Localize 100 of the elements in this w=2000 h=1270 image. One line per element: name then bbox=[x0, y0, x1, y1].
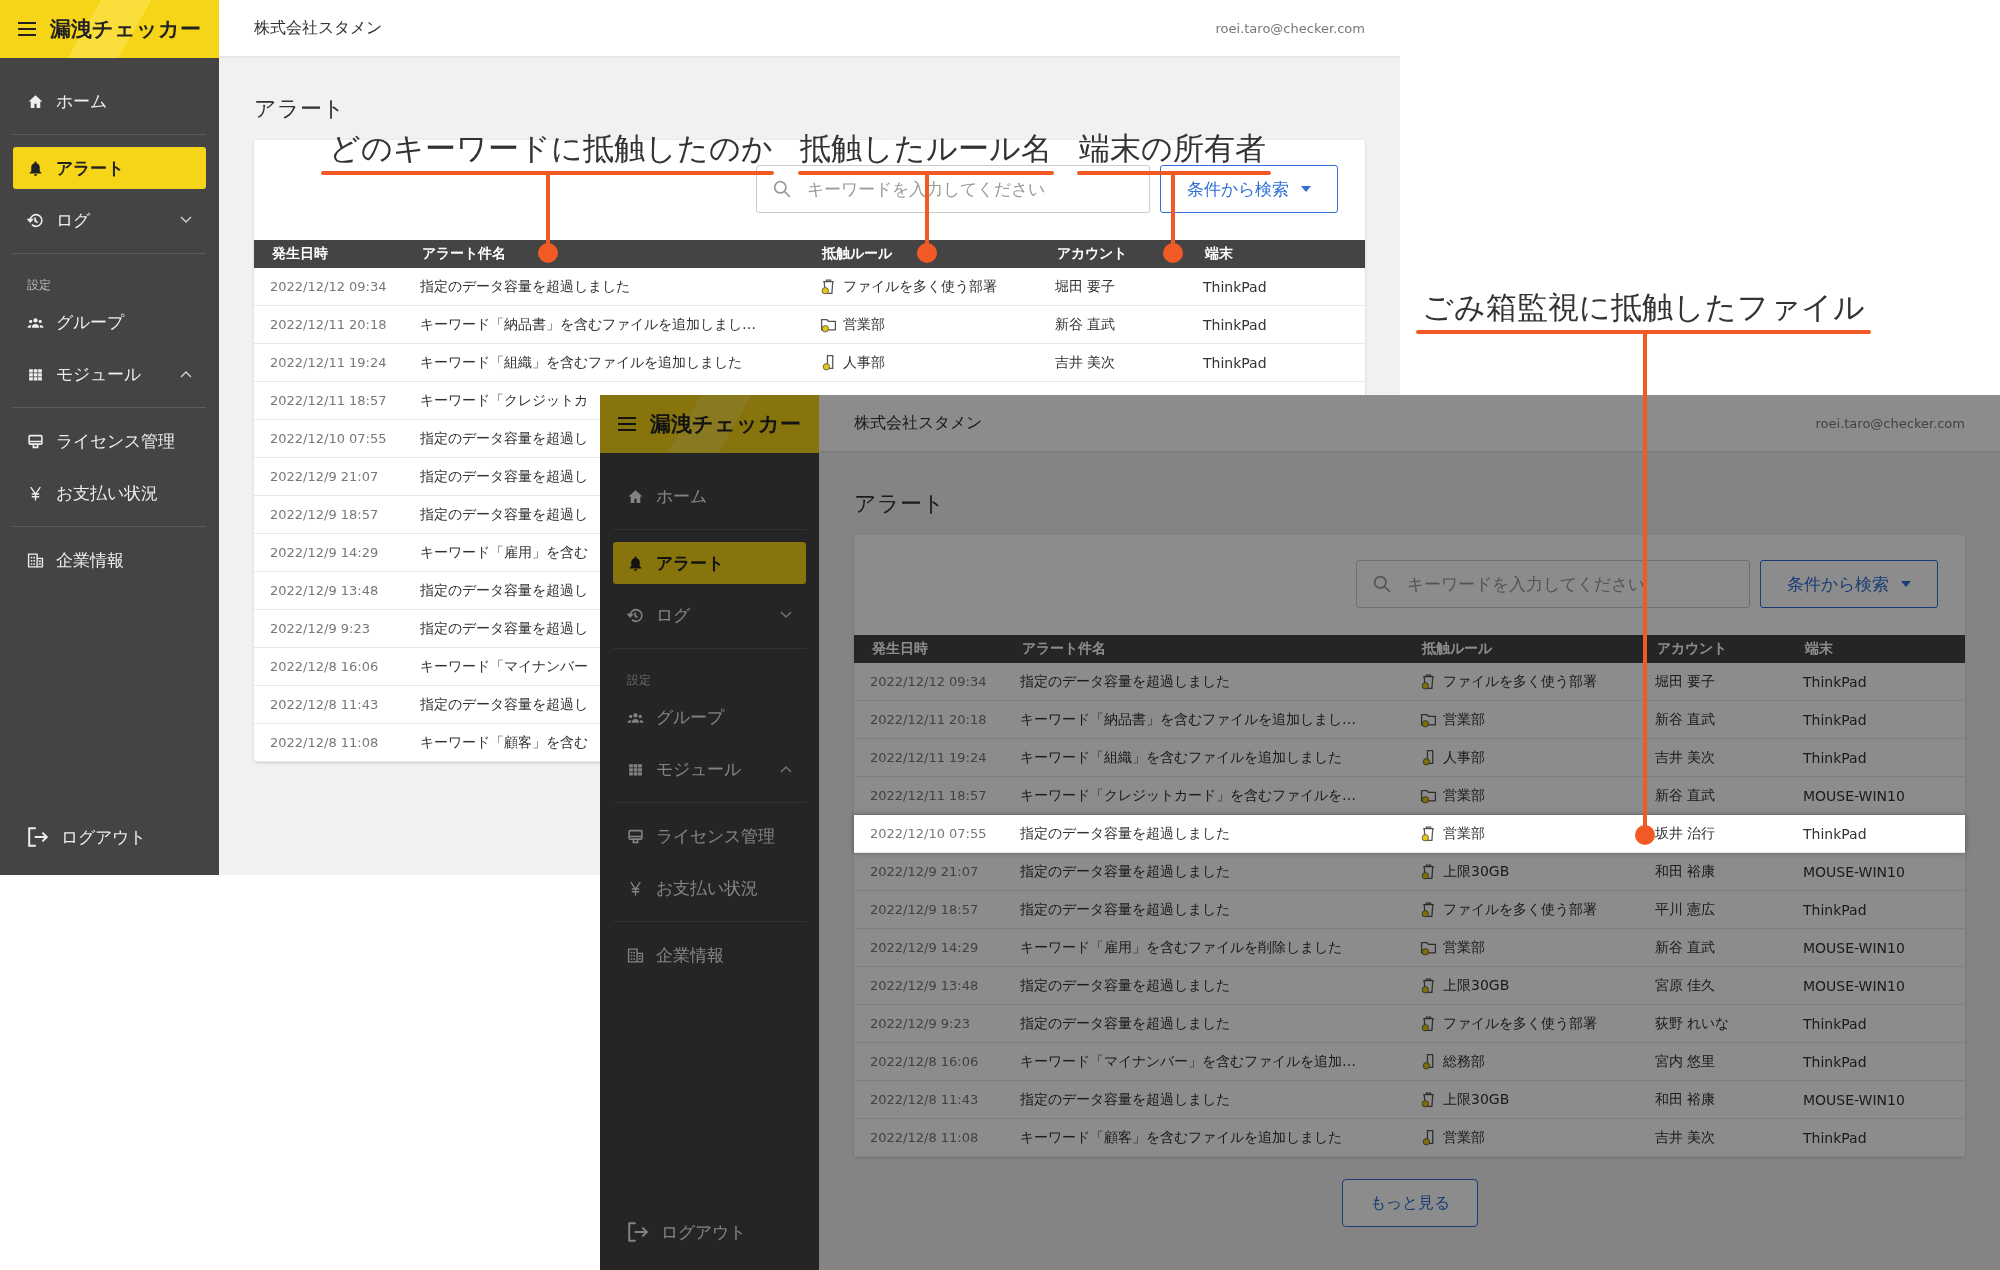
table-cell: ThinkPad bbox=[1803, 825, 1867, 842]
logout-button[interactable]: ログアウト bbox=[13, 811, 219, 863]
table-row[interactable]: 2022/12/9 9:23 指定のデータ容量を超過しました ファイルを多く使う部署 荻野 れいな ThinkPad bbox=[854, 1005, 1965, 1043]
table-row[interactable]: 2022/12/11 20:18 キーワード「納品書」を含むファイルを追加しまし… 営業部 新谷 直武 ThinkPad bbox=[254, 306, 1365, 344]
table-row[interactable]: 2022/12/8 16:06 キーワード「マイナンバー」を含むファイルを追加… 総務部 宮内 悠里 ThinkPad bbox=[854, 1043, 1965, 1081]
table-cell: キーワード「納品書」を含むファイルを追加しまし… bbox=[1020, 710, 1356, 729]
sidebar-item[interactable]: ライセンス管理 bbox=[613, 810, 806, 862]
sidebar-item[interactable]: ログ bbox=[613, 589, 806, 641]
sidebar-item[interactable]: モジュール bbox=[613, 743, 806, 795]
building-icon bbox=[627, 946, 644, 964]
table-cell: 2022/12/8 16:06 bbox=[270, 659, 379, 674]
table-row[interactable]: 2022/12/9 21:07 指定のデータ容量を超過しました 上限30GB 和田 裕康 MOUSE-WIN10 bbox=[854, 853, 1965, 891]
table-cell: 2022/12/11 19:24 bbox=[270, 355, 387, 370]
column-header: 発生日時 bbox=[871, 640, 929, 658]
table-cell: ThinkPad bbox=[1803, 901, 1867, 918]
sidebar-item[interactable]: お支払い状況 bbox=[13, 467, 206, 519]
table-row[interactable]: 2022/12/11 19:24 キーワード「組織」を含むファイルを追加しました 人事部 吉井 美次 ThinkPad bbox=[854, 739, 1965, 777]
chevron-icon[interactable] bbox=[780, 765, 792, 773]
sidebar-item[interactable]: ライセンス管理 bbox=[13, 415, 206, 467]
table-cell: 2022/12/9 21:07 bbox=[870, 864, 979, 879]
company-name: 株式会社スタメン bbox=[254, 17, 382, 39]
table-cell: 荻野 れいな bbox=[1655, 1014, 1730, 1033]
sidebar-item[interactable]: アラート bbox=[613, 542, 806, 584]
table-cell: ThinkPad bbox=[1803, 1053, 1867, 1070]
column-header: アラート件名 bbox=[1021, 640, 1107, 658]
monitor-icon bbox=[27, 432, 44, 450]
app-name: 漏洩チェッカー bbox=[650, 411, 801, 438]
table-cell: 指定のデータ容量を超過しました bbox=[1020, 1014, 1230, 1033]
sidebar-item[interactable]: お支払い状況 bbox=[613, 862, 806, 914]
menu-icon[interactable] bbox=[18, 22, 36, 36]
column-header: 端末 bbox=[1804, 640, 1834, 658]
bell-icon bbox=[27, 159, 44, 177]
home-icon bbox=[27, 92, 44, 110]
table-row[interactable]: 2022/12/9 14:29 キーワード「雇用」を含むファイルを削除しました 営業部 新谷 直武 MOUSE-WIN10 bbox=[854, 929, 1965, 967]
table-cell: キーワード「雇用」を含むファイルを削除しました bbox=[1020, 938, 1342, 957]
sidebar-item[interactable]: ホーム bbox=[13, 75, 206, 127]
table-cell: 2022/12/8 11:08 bbox=[270, 735, 379, 750]
history-icon bbox=[27, 211, 44, 229]
table-cell: 2022/12/9 14:29 bbox=[270, 545, 379, 560]
table-cell: MOUSE-WIN10 bbox=[1803, 1091, 1905, 1108]
table-cell: 人事部 bbox=[843, 353, 885, 372]
sidebar-item[interactable]: 企業情報 bbox=[613, 929, 806, 981]
table-row[interactable]: 2022/12/8 11:08 キーワード「顧客」を含むファイルを追加しました 営業部 吉井 美次 ThinkPad bbox=[854, 1119, 1965, 1157]
chevron-icon[interactable] bbox=[180, 216, 192, 224]
table-cell: 2022/12/8 16:06 bbox=[870, 1054, 979, 1069]
sidebar-item[interactable]: モジュール bbox=[13, 348, 206, 400]
table-cell: 2022/12/9 13:48 bbox=[870, 978, 979, 993]
sidebar-item[interactable]: ホーム bbox=[613, 470, 806, 522]
sidebar-item[interactable]: グループ bbox=[13, 296, 206, 348]
table-row[interactable]: 2022/12/11 19:24 キーワード「組織」を含むファイルを追加しました 人事部 吉井 美次 ThinkPad bbox=[254, 344, 1365, 382]
table-cell: 平川 憲広 bbox=[1655, 900, 1716, 919]
company-name: 株式会社スタメン bbox=[854, 412, 982, 434]
table-cell: 指定のデータ容量を超過しました bbox=[1020, 1090, 1230, 1109]
sidebar-item[interactable]: 企業情報 bbox=[13, 534, 206, 586]
table-cell: ThinkPad bbox=[1803, 1015, 1867, 1032]
table-cell: 新谷 直武 bbox=[1055, 315, 1116, 334]
sidebar-item[interactable]: グループ bbox=[613, 691, 806, 743]
sidebar-item[interactable]: ログ bbox=[13, 194, 206, 246]
table-cell: キーワード「クレジットカ bbox=[420, 391, 588, 410]
table-cell: 2022/12/9 9:23 bbox=[270, 621, 370, 636]
table-row[interactable]: 2022/12/8 11:43 指定のデータ容量を超過しました 上限30GB 和田 裕康 MOUSE-WIN10 bbox=[854, 1081, 1965, 1119]
table-row[interactable]: 2022/12/12 09:34 指定のデータ容量を超過しました ファイルを多く使う部署 堀田 要子 ThinkPad bbox=[254, 268, 1365, 306]
table-cell: キーワード「組織」を含むファイルを追加しました bbox=[1020, 748, 1342, 767]
callout-label: ごみ箱監視に抵触したファイル bbox=[1422, 288, 1865, 327]
table-cell: ThinkPad bbox=[1803, 673, 1867, 690]
table-cell: 指定のデータ容量を超過し bbox=[420, 619, 588, 638]
table-row[interactable]: 2022/12/9 18:57 指定のデータ容量を超過しました ファイルを多く使う部署 平川 憲広 ThinkPad bbox=[854, 891, 1965, 929]
page-title: アラート bbox=[854, 490, 946, 518]
table-cell: キーワード「クレジットカード」を含むファイルを… bbox=[1020, 786, 1356, 805]
table-row[interactable]: 2022/12/11 20:18 キーワード「納品書」を含むファイルを追加しまし… 営業部 新谷 直武 ThinkPad bbox=[854, 701, 1965, 739]
table-row[interactable]: 2022/12/12 09:34 指定のデータ容量を超過しました ファイルを多く使う部署 堀田 要子 ThinkPad bbox=[854, 663, 1965, 701]
table-cell: 2022/12/9 18:57 bbox=[270, 507, 379, 522]
filter-button[interactable]: 条件から検索 bbox=[1160, 165, 1338, 213]
user-email: roei.taro@checker.com bbox=[1815, 415, 1965, 431]
table-cell: 営業部 bbox=[1443, 824, 1485, 843]
app-name: 漏洩チェッカー bbox=[50, 16, 201, 43]
more-button[interactable]: もっと見る bbox=[1341, 1179, 1478, 1227]
chevron-icon[interactable] bbox=[180, 370, 192, 378]
table-cell: 指定のデータ容量を超過しました bbox=[420, 277, 630, 296]
column-header: 端末 bbox=[1204, 245, 1234, 263]
search-icon bbox=[1373, 575, 1391, 593]
table-row[interactable]: 2022/12/10 07:55 指定のデータ容量を超過しました 営業部 坂井 治行 ThinkPad bbox=[854, 815, 1965, 853]
table-row[interactable]: 2022/12/9 13:48 指定のデータ容量を超過しました 上限30GB 宮原 佳久 MOUSE-WIN10 bbox=[854, 967, 1965, 1005]
table-cell: 指定のデータ容量を超過しました bbox=[1020, 672, 1230, 691]
chevron-icon[interactable] bbox=[780, 611, 792, 619]
table-cell: 指定のデータ容量を超過し bbox=[420, 695, 588, 714]
sidebar-item[interactable]: アラート bbox=[13, 147, 206, 189]
callout-label: 抵触したルール名 bbox=[800, 129, 1052, 168]
table-cell: 2022/12/9 21:07 bbox=[270, 469, 379, 484]
table-cell: 宮原 佳久 bbox=[1655, 976, 1716, 995]
table-cell: 指定のデータ容量を超過し bbox=[420, 581, 588, 600]
logout-button[interactable]: ログアウト bbox=[613, 1206, 819, 1258]
column-header: 抵触ルール bbox=[820, 245, 893, 263]
table-cell: 2022/12/8 11:08 bbox=[870, 1130, 979, 1145]
table-cell: キーワード「顧客」を含むファイルを追加しました bbox=[1020, 1128, 1342, 1147]
filter-button[interactable]: 条件から検索 bbox=[1760, 560, 1938, 608]
caret-icon bbox=[1901, 581, 1911, 587]
yen-icon bbox=[27, 484, 44, 502]
table-cell: ThinkPad bbox=[1803, 749, 1867, 766]
column-header: アカウント bbox=[1656, 640, 1728, 658]
